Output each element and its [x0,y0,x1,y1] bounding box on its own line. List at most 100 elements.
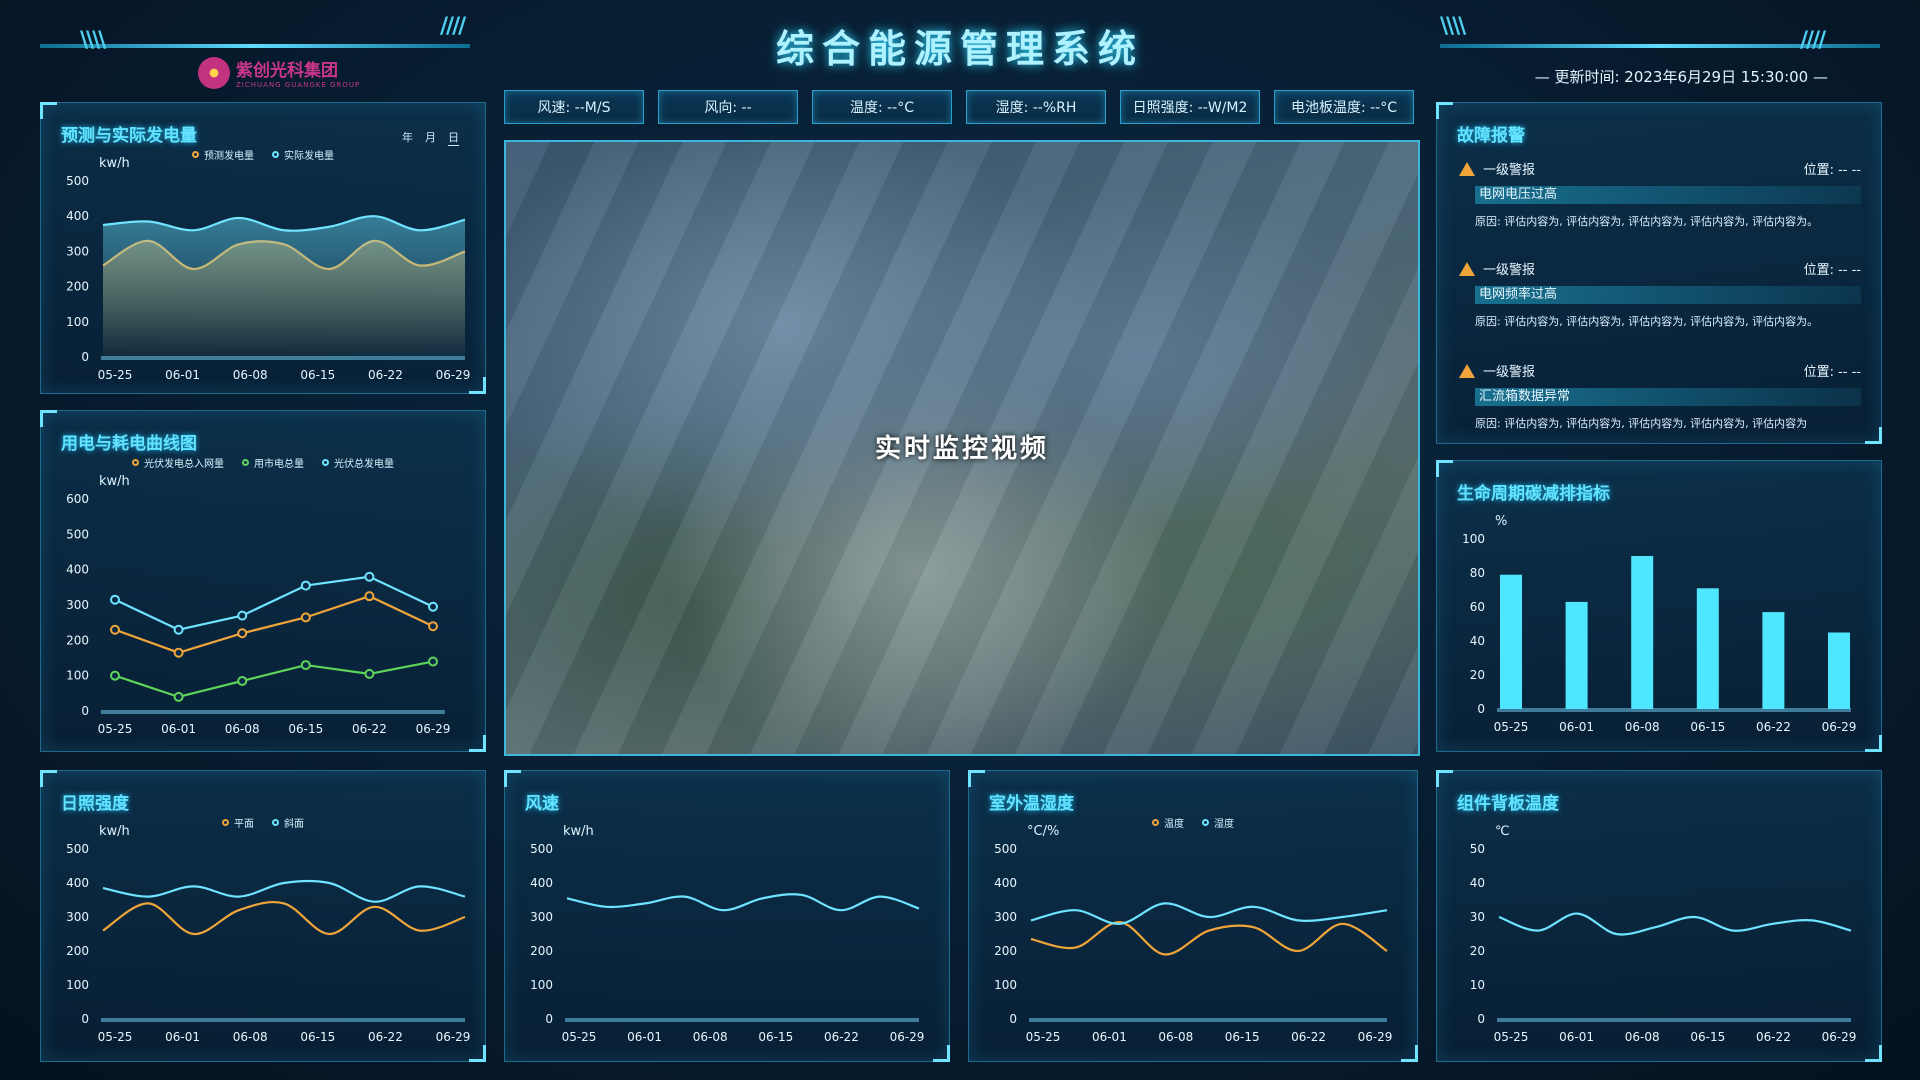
x-tick-label: 06-22 [1291,1030,1326,1044]
x-tick-label: 06-08 [1625,1030,1660,1044]
series-line [566,893,920,912]
x-tick-label: 06-01 [165,368,200,382]
x-tick-label: 06-29 [1822,720,1857,734]
data-point [364,591,375,602]
x-tick-label: 05-25 [98,1030,133,1044]
x-tick-label: 06-29 [1358,1030,1393,1044]
data-point [300,580,311,591]
axis-unit-label: % [1495,514,1507,529]
data-point [237,628,248,639]
y-tick-label: 0 [1009,1012,1017,1026]
chart-forecast: kw/h 0 100 200 300 400 500 05-25 06-01 06-08 06-15… [66,156,470,382]
alarm-reason: 原因: 评估内容为, 评估内容为, 评估内容为, 评估内容为, 评估内容为。 [1475,215,1819,228]
series-line [102,900,466,936]
y-tick-label: 200 [66,944,89,958]
series-line [102,879,466,903]
y-tick-label: 0 [81,350,89,364]
y-tick-label: 200 [66,280,89,294]
y-tick-label: 0 [81,1012,89,1026]
x-tick-label: 06-22 [1756,720,1791,734]
data-point [110,624,120,635]
alarm-location: 位置: -- -- [1803,163,1861,178]
x-tick-label: 06-01 [1559,1030,1594,1044]
chart-outdoor: °C/% 0 100 200 300 400 500 05-25 06-01 06-08 06-15… [994,824,1393,1044]
x-tick-label: 05-25 [1494,720,1529,734]
metric-temperature: 温度: --°C [812,90,952,124]
y-tick-label: 300 [66,910,89,924]
metric-sunlight: 日照强度: --W/M2 [1120,90,1260,124]
y-tick-label: 40 [1470,876,1485,890]
series-line [1498,912,1852,936]
series-line [1030,920,1388,956]
alarm-item[interactable]: 一级警报 位置: -- -- 电网电压过高 原因: 评估内容为, 评估内容为, 评… [1459,159,1861,231]
flower-logo-icon [198,56,230,89]
update-time: — 更新时间: 2023年6月29日 15:30:00 — [1534,68,1828,86]
x-tick-label: 06-08 [1625,720,1660,734]
axis-unit-label: kw/h [99,156,130,171]
alarm-level: 一级警报 [1483,365,1536,380]
warning-icon [1459,161,1475,176]
y-tick-label: 400 [66,563,89,577]
x-tick-label: 06-01 [627,1030,662,1044]
x-tick-label: 06-15 [1690,720,1725,734]
data-point [237,610,248,621]
x-tick-label: 06-08 [1158,1030,1193,1044]
chart-usage: kw/h 0 100 200 300 400 500 600 05-25 06-01 06-08 06… [66,474,451,736]
panel-forecast: 预测与实际发电量 年 月 日 预测发电量 实际发电量 kw/h 0 100 200 30… [40,102,486,394]
x-tick-label: 06-29 [890,1030,925,1044]
x-tick-label: 06-29 [416,722,451,736]
x-tick-label: 06-15 [1690,1030,1725,1044]
y-tick-label: 60 [1470,600,1485,614]
bar [1565,601,1588,709]
alarm-item[interactable]: 一级警报 位置: -- -- 电网频率过高 原因: 评估内容为, 评估内容为, 评… [1459,259,1861,331]
x-tick-label: 06-29 [436,1030,471,1044]
x-tick-label: 06-22 [1756,1030,1791,1044]
y-tick-label: 500 [66,174,89,188]
y-tick-label: 100 [66,669,89,683]
axis-unit-label: kw/h [99,474,130,489]
alarm-location: 位置: -- -- [1803,365,1861,380]
x-tick-label: 06-01 [165,1030,200,1044]
warning-icon [1459,363,1475,378]
chart-wind: kw/h 0 100 200 300 400 500 05-25 06-01 06-08 06-15… [530,824,925,1044]
y-tick-label: 0 [1477,702,1485,716]
chart-carbon: % 0 20 40 60 80 100 05-25 06-01 06-08 06-15 06-22 06… [1462,514,1857,734]
y-tick-label: 10 [1470,978,1485,992]
y-tick-label: 300 [530,910,553,924]
x-tick-label: 06-22 [368,368,403,382]
panel-wind: 风速 kw/h 0 100 200 300 400 500 05-25 06-01 06-08 06… [504,770,950,1062]
axis-unit-label: kw/h [563,824,594,839]
x-tick-label: 05-25 [98,368,133,382]
alarm-reason: 原因: 评估内容为, 评估内容为, 评估内容为, 评估内容为, 评估内容为。 [1475,315,1819,328]
data-point [428,601,438,612]
panel-carbon: 生命周期碳减排指标 % 0 20 40 60 80 100 05-25 06-01 06-08 06… [1436,460,1882,752]
y-tick-label: 500 [994,842,1017,856]
x-tick-label: 06-22 [352,722,387,736]
alarm-item[interactable]: 一级警报 位置: -- -- 汇流箱数据异常 原因: 评估内容为, 评估内容为, … [1459,361,1861,433]
metric-bar: 风速: --M/S 风向: -- 温度: --°C 湿度: --%RH 日照强度… [504,90,1414,124]
x-tick-label: 06-15 [300,368,335,382]
series-line [1030,902,1388,925]
y-tick-label: 400 [66,209,89,223]
x-tick-label: 06-01 [161,722,196,736]
metric-wind-speed: 风速: --M/S [504,90,644,124]
y-tick-label: 200 [994,944,1017,958]
chart-sunlight: kw/h 0 100 200 300 400 500 05-25 06-01 06-08 06-15… [66,824,471,1044]
panel-outdoor: 室外温湿度 温度 湿度 °C/% 0 100 200 300 400 500 05-25 06-… [968,770,1418,1062]
y-tick-label: 500 [66,527,89,541]
y-tick-label: 400 [530,876,553,890]
x-tick-label: 06-22 [368,1030,403,1044]
data-point [173,647,184,658]
panel-sunlight: 日照强度 平面 斜面 kw/h 0 100 200 300 400 500 05-25 06-0… [40,770,486,1062]
y-tick-label: 200 [66,633,89,647]
y-tick-label: 300 [66,598,89,612]
y-tick-label: 400 [66,876,89,890]
monitor-video[interactable]: 实时监控视频 [504,140,1420,756]
panel-usage: 用电与耗电曲线图 光伏发电总入网量 用市电总量 光伏总发电量 kw/h 0 100 2… [40,410,486,752]
x-tick-label: 06-01 [1559,720,1594,734]
y-tick-label: 100 [66,978,89,992]
y-tick-label: 300 [66,244,89,258]
data-point [364,668,375,679]
data-point [300,660,311,671]
series-area [103,216,465,357]
